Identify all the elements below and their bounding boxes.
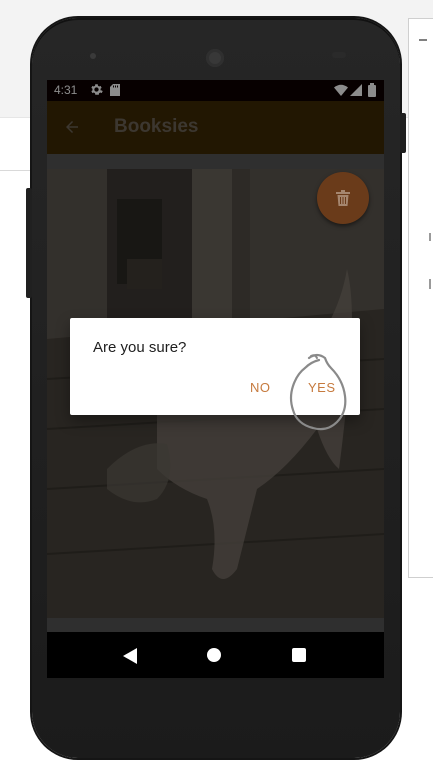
back-triangle-icon[interactable] xyxy=(123,648,137,664)
side-panel-mark xyxy=(429,279,431,289)
side-panel-dash xyxy=(419,39,427,41)
front-camera xyxy=(90,53,96,59)
side-panel xyxy=(408,18,433,578)
device-screen: 4:31 Booksies Are you sure? NO YES xyxy=(47,80,384,678)
trash-icon xyxy=(336,190,350,206)
volume-button xyxy=(26,188,32,298)
power-button xyxy=(400,113,406,153)
confirm-dialog: Are you sure? NO YES xyxy=(70,318,360,415)
proximity-sensor xyxy=(332,52,346,58)
recent-square-icon[interactable] xyxy=(292,648,306,662)
delete-fab[interactable] xyxy=(317,172,369,224)
speaker xyxy=(206,49,224,67)
navigation-bar xyxy=(47,632,384,678)
no-button[interactable]: NO xyxy=(250,380,271,395)
home-circle-icon[interactable] xyxy=(207,648,221,662)
side-panel-mark xyxy=(429,233,431,241)
yes-button[interactable]: YES xyxy=(308,380,336,395)
dialog-message: Are you sure? xyxy=(93,339,187,356)
